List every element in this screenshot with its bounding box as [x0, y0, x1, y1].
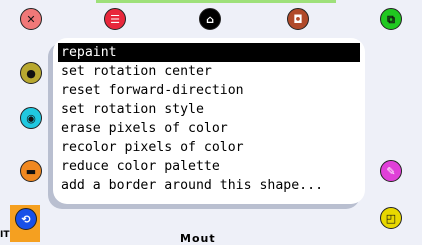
rotate-icon: ⟲ [21, 212, 31, 226]
paintbrush-icon: ✎ [386, 164, 396, 178]
view-halo-button[interactable]: ◉ [20, 107, 42, 129]
grab-icon: ⌂ [206, 12, 214, 26]
eye-icon: ◉ [26, 111, 36, 125]
delete-halo-button[interactable]: ✕ [20, 8, 42, 30]
move-icon: ◘ [293, 12, 303, 26]
resize-halo-button[interactable]: ◰ [380, 207, 402, 229]
selection-top-bar [96, 0, 336, 3]
collapse-icon: ▬ [25, 164, 37, 178]
menu-item-erase-pixels[interactable]: erase pixels of color [58, 119, 360, 138]
menu-item-add-border[interactable]: add a border around this shape... [58, 176, 360, 195]
duplicate-halo-button[interactable]: ⧉ [380, 8, 402, 30]
menu-item-reset-forward-direction[interactable]: reset forward-direction [58, 81, 360, 100]
close-icon: ✕ [26, 12, 36, 26]
morph-name-label: Mout [180, 232, 216, 245]
corner-label: IT [0, 230, 10, 240]
collapse-halo-button[interactable]: ▬ [20, 160, 42, 182]
duplicate-icon: ⧉ [387, 12, 395, 26]
debug-halo-button[interactable]: ● [20, 62, 42, 84]
menu-icon: ☰ [110, 12, 120, 26]
menu-item-recolor-pixels[interactable]: recolor pixels of color [58, 138, 360, 157]
resize-icon: ◰ [385, 211, 397, 225]
debug-icon: ● [26, 66, 36, 80]
rotate-halo-button[interactable]: ⟲ [15, 208, 37, 230]
menu-item-set-rotation-style[interactable]: set rotation style [58, 100, 360, 119]
move-halo-button[interactable]: ◘ [287, 8, 309, 30]
menu-item-set-rotation-center[interactable]: set rotation center [58, 62, 360, 81]
menu-item-repaint[interactable]: repaint [58, 43, 360, 62]
menu-item-reduce-palette[interactable]: reduce color palette [58, 157, 360, 176]
pickup-halo-button[interactable]: ⌂ [199, 8, 221, 30]
paint-halo-button[interactable]: ✎ [380, 160, 402, 182]
menu-halo-button[interactable]: ☰ [104, 8, 126, 30]
context-menu: repaint set rotation center reset forwar… [53, 38, 365, 204]
